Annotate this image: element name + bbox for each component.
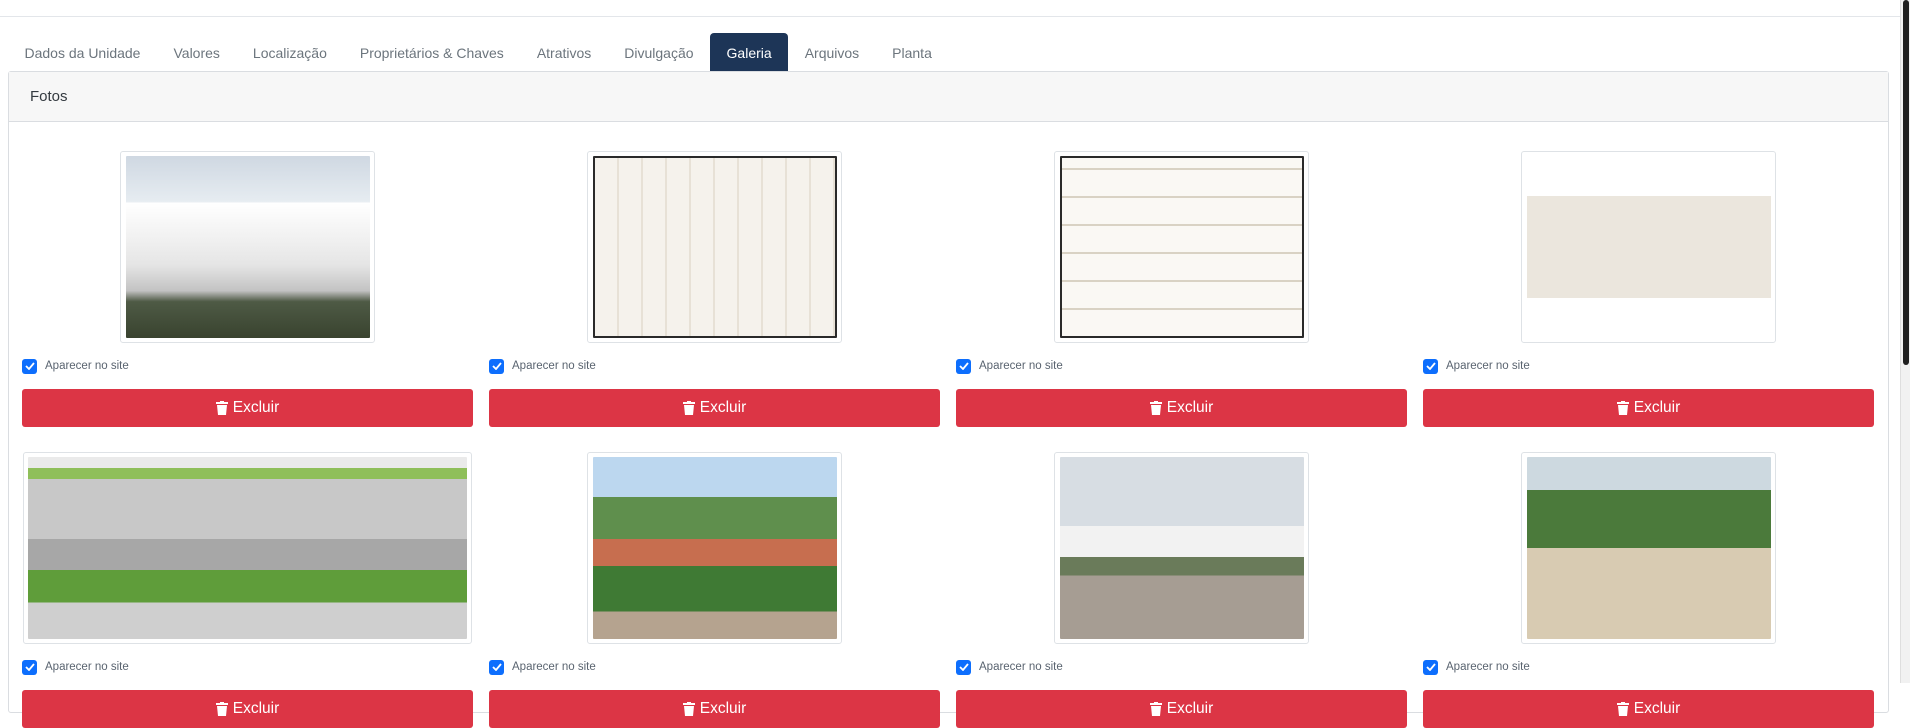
show-on-site-checkbox[interactable]	[22, 358, 37, 374]
tab-atrativos[interactable]: Atrativos	[520, 33, 607, 72]
delete-photo-button[interactable]: Excluir	[1423, 690, 1874, 728]
header-divider	[0, 16, 1900, 17]
checkmark-icon	[1425, 663, 1436, 671]
delete-label: Excluir	[1166, 700, 1214, 717]
delete-photo-button[interactable]: Excluir	[956, 690, 1407, 728]
checkmark-icon	[491, 663, 502, 671]
delete-label: Excluir	[232, 700, 280, 717]
delete-label: Excluir	[1633, 700, 1681, 717]
show-on-site-label: Aparecer no site	[512, 661, 596, 673]
photo-thumbnail[interactable]	[23, 452, 472, 644]
trash-icon	[1616, 702, 1629, 716]
tab-planta[interactable]: Planta	[876, 33, 949, 72]
photo-thumbnail[interactable]	[587, 151, 842, 343]
delete-label: Excluir	[1633, 399, 1681, 416]
photo-item: Aparecer no site Excluir	[1423, 151, 1874, 427]
show-on-site-label: Aparecer no site	[45, 661, 129, 673]
photo-item: Aparecer no site Excluir	[489, 452, 940, 728]
photo-thumbnail[interactable]	[1521, 151, 1776, 343]
show-on-site-label: Aparecer no site	[1446, 360, 1530, 372]
trash-icon	[215, 401, 228, 415]
floor-plan-photo	[592, 156, 837, 338]
photo-item: Aparecer no site Excluir	[956, 151, 1407, 427]
photo-grid: Aparecer no site Excluir Aparecer no sit…	[22, 151, 1874, 728]
delete-photo-button[interactable]: Excluir	[489, 389, 940, 427]
photo-item: Aparecer no site Excluir	[1423, 452, 1874, 728]
photo-thumbnail[interactable]	[1054, 452, 1309, 644]
show-on-site-label: Aparecer no site	[512, 360, 596, 372]
tab-bar: Dados da Unidade Valores Localização Pro…	[8, 33, 948, 72]
trash-icon	[215, 702, 228, 716]
show-on-site-label: Aparecer no site	[979, 360, 1063, 372]
tab-galeria[interactable]: Galeria	[710, 33, 789, 72]
tab-valores[interactable]: Valores	[157, 33, 236, 72]
photo-item: Aparecer no site Excluir	[956, 452, 1407, 728]
photo-thumbnail[interactable]	[120, 151, 375, 343]
scrollbar-thumb[interactable]	[1903, 0, 1909, 365]
scrollbar[interactable]	[1900, 0, 1910, 683]
tab-proprietarios-chaves[interactable]: Proprietários & Chaves	[343, 33, 520, 72]
floor-plan-photo	[1526, 156, 1771, 338]
checkmark-icon	[1425, 362, 1436, 370]
photo-item: Aparecer no site Excluir	[22, 151, 473, 427]
gallery-card: Fotos Aparecer no site Excluir Aparecer …	[8, 71, 1889, 728]
show-on-site-checkbox[interactable]	[1423, 358, 1438, 374]
playground-photo	[592, 457, 837, 639]
site-plan-photo	[28, 457, 467, 639]
checkmark-icon	[491, 362, 502, 370]
delete-photo-button[interactable]: Excluir	[1423, 389, 1874, 427]
tab-localizacao[interactable]: Localização	[236, 33, 343, 72]
show-on-site-checkbox[interactable]	[489, 358, 504, 374]
clubhouse-photo	[1059, 457, 1304, 639]
delete-photo-button[interactable]: Excluir	[489, 690, 940, 728]
photo-thumbnail[interactable]	[587, 452, 842, 644]
delete-photo-button[interactable]: Excluir	[22, 690, 473, 728]
checkmark-icon	[958, 663, 969, 671]
tab-arquivos[interactable]: Arquivos	[788, 33, 875, 72]
checkmark-icon	[24, 663, 35, 671]
show-on-site-label: Aparecer no site	[979, 661, 1063, 673]
show-on-site-checkbox[interactable]	[1423, 659, 1438, 675]
delete-label: Excluir	[1166, 399, 1214, 416]
trash-icon	[682, 401, 695, 415]
tab-dados-da-unidade[interactable]: Dados da Unidade	[8, 33, 157, 72]
trash-icon	[1149, 702, 1162, 716]
trash-icon	[1616, 401, 1629, 415]
garden-photo	[1526, 457, 1771, 639]
photo-item: Aparecer no site Excluir	[489, 151, 940, 427]
show-on-site-checkbox[interactable]	[22, 659, 37, 675]
show-on-site-checkbox[interactable]	[489, 659, 504, 675]
show-on-site-label: Aparecer no site	[1446, 661, 1530, 673]
floor-plan-photo	[1059, 156, 1304, 338]
show-on-site-checkbox[interactable]	[956, 659, 971, 675]
show-on-site-label: Aparecer no site	[45, 360, 129, 372]
trash-icon	[682, 702, 695, 716]
delete-photo-button[interactable]: Excluir	[22, 389, 473, 427]
show-on-site-checkbox[interactable]	[956, 358, 971, 374]
delete-label: Excluir	[699, 700, 747, 717]
photo-thumbnail[interactable]	[1054, 151, 1309, 343]
delete-label: Excluir	[232, 399, 280, 416]
gallery-title: Fotos	[9, 72, 1888, 122]
delete-photo-button[interactable]: Excluir	[956, 389, 1407, 427]
photo-thumbnail[interactable]	[1521, 452, 1776, 644]
tab-divulgacao[interactable]: Divulgação	[608, 33, 710, 72]
building-photo	[125, 156, 370, 338]
trash-icon	[1149, 401, 1162, 415]
photo-item: Aparecer no site Excluir	[22, 452, 473, 728]
delete-label: Excluir	[699, 399, 747, 416]
checkmark-icon	[958, 362, 969, 370]
checkmark-icon	[24, 362, 35, 370]
